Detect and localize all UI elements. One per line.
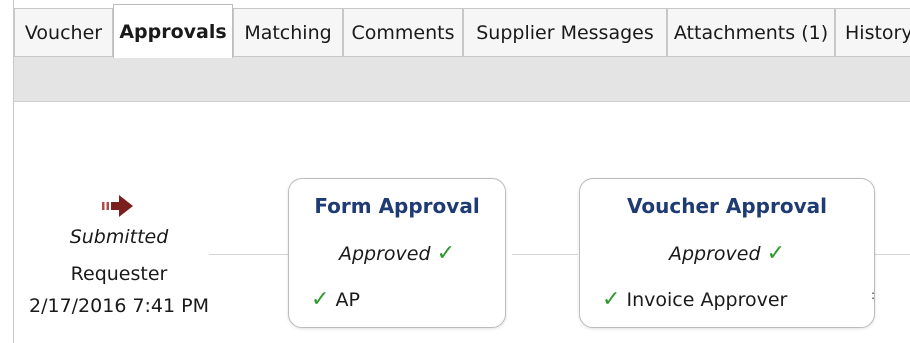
- tab-bar: Voucher Approvals Matching Comments Supp…: [14, 0, 910, 58]
- tab-comments[interactable]: Comments: [343, 8, 463, 56]
- form-approval-card[interactable]: Form Approval Approved ✓ ✓ AP: [288, 178, 506, 328]
- submitted-role: Requester: [70, 263, 168, 285]
- step-title: Form Approval: [314, 194, 480, 218]
- submitted-status: Submitted: [69, 226, 169, 248]
- tab-supplier-messages[interactable]: Supplier Messages: [463, 8, 667, 56]
- connector-line: [874, 254, 910, 255]
- tab-matching[interactable]: Matching: [233, 8, 343, 56]
- connector-line: [209, 254, 289, 255]
- checkmark-icon: ✓: [436, 241, 456, 266]
- approver-name: Invoice Approver: [626, 289, 788, 311]
- status-text: Approved: [668, 243, 761, 265]
- approver-name: AP: [335, 289, 360, 311]
- toolbar: [14, 56, 910, 102]
- overflow-marker: :: [871, 288, 876, 302]
- checkmark-icon: ✓: [311, 287, 330, 312]
- step-status: Approved ✓: [289, 241, 505, 266]
- connector-line: [512, 254, 578, 255]
- checkmark-icon: ✓: [766, 241, 786, 266]
- approval-flow: Submitted Requester 2/17/2016 7:41 PM Fo…: [14, 101, 910, 343]
- voucher-approval-card[interactable]: Voucher Approval Approved ✓ ✓ Invoice Ap…: [579, 178, 875, 328]
- step-status: Approved ✓: [580, 241, 874, 266]
- arrow-right-icon: [102, 195, 133, 217]
- tab-attachments[interactable]: Attachments (1): [667, 8, 835, 56]
- checkmark-icon: ✓: [602, 287, 621, 312]
- submitted-datetime: 2/17/2016 7:41 PM: [28, 295, 210, 317]
- approver-row: ✓ Invoice Approver: [602, 287, 787, 312]
- status-text: Approved: [338, 243, 431, 265]
- step-title: Voucher Approval: [627, 194, 827, 218]
- tab-approvals[interactable]: Approvals: [113, 4, 233, 58]
- approver-row: ✓ AP: [311, 287, 360, 312]
- tab-voucher[interactable]: Voucher: [14, 8, 113, 56]
- tab-history[interactable]: History: [835, 8, 910, 56]
